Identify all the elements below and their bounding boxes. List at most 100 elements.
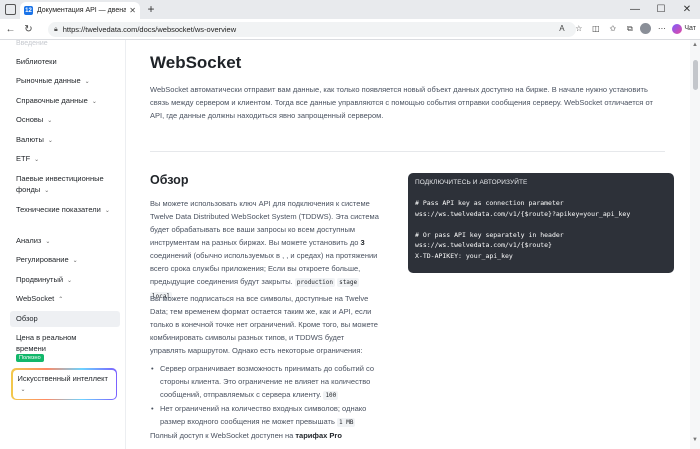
sidebar-item-regulatory[interactable]: Регулирование ⌄ (16, 254, 78, 267)
toolbar-icons: A ☆ ◫ ✩ ⧉ ⋯ Чат (555, 22, 696, 35)
scrollbar-thumb[interactable] (693, 60, 698, 90)
favorite-star-icon[interactable]: ☆ (572, 22, 585, 35)
sidebar-item-label: Анализ (16, 236, 42, 245)
docs-sidebar: Введение Библиотеки Рыночные данные ⌄ Спр… (0, 40, 126, 449)
chevron-down-icon: ⌄ (34, 157, 40, 163)
maximize-icon[interactable]: ☐ (648, 0, 674, 19)
section-divider (150, 151, 665, 152)
env-code-stage: stage (337, 278, 360, 287)
scroll-down-icon[interactable]: ▼ (692, 437, 698, 443)
new-tab-icon[interactable]: + (144, 2, 158, 16)
sidebar-item-label: WebSocket (16, 294, 55, 303)
useful-badge: Полезно (16, 354, 44, 362)
sidebar-item-label: Основы (16, 115, 44, 124)
split-screen-icon[interactable]: ◫ (589, 22, 602, 35)
chevron-down-icon: ⌄ (47, 118, 53, 124)
favorites-icon[interactable]: ✩ (606, 22, 619, 35)
intro-paragraph: WebSocket автоматически отправит вам дан… (150, 85, 653, 120)
overview-paragraph-2: Вы можете подписаться на все символы, до… (150, 294, 378, 355)
main-content: WebSocket WebSocket автоматически отправ… (127, 40, 687, 449)
sidebar-item-technical-indicators[interactable]: Технические показатели ⌄ (16, 204, 116, 217)
lock-icon: 🔒︎ (54, 25, 58, 33)
sidebar-item-label: Паевые инвестиционные фонды (16, 174, 104, 194)
close-tab-icon[interactable]: ✕ (129, 6, 136, 15)
pro-plan-note: Полный доступ к WebSocket доступен на та… (150, 431, 342, 440)
sidebar-item-ai[interactable]: Искусственный интеллект ⌄ (11, 368, 117, 400)
window-controls: — ☐ ✕ (622, 0, 700, 19)
sidebar-item-overview[interactable]: Обзор (16, 313, 38, 324)
more-menu-icon[interactable]: ⋯ (655, 22, 668, 35)
tab-title: Документация API — двенадцать (36, 7, 127, 14)
code-sample-box: ПОДКЛЮЧИТЕСЬ И АВТОРИЗУЙТЕ # Pass API ke… (408, 173, 674, 273)
bullet-1-text: Сервер ограничивает возможность принимат… (160, 364, 375, 399)
chevron-down-icon: ⌄ (104, 208, 110, 214)
bullet-2-text: Нет ограничений на количество входных си… (160, 404, 367, 426)
list-item: Сервер ограничивает возможность принимат… (150, 362, 390, 402)
sidebar-item-label: Рыночные данные (16, 76, 81, 85)
sidebar-item-label: ETF (16, 154, 31, 163)
env-code-production: production (294, 278, 335, 287)
sidebar-item-reference-data[interactable]: Справочные данные ⌄ (16, 95, 97, 108)
copilot-icon (672, 23, 683, 34)
sidebar-item-real-time-price[interactable]: Цена в реальном времени (16, 332, 106, 354)
sidebar-item-libraries[interactable]: Библиотеки (16, 56, 57, 67)
sidebar-item-analysis[interactable]: Анализ ⌄ (16, 235, 50, 248)
chevron-down-icon: ⌄ (84, 79, 90, 85)
sidebar-item-fundamentals[interactable]: Основы ⌄ (16, 114, 52, 127)
sidebar-item-label: Цена в реальном времени (16, 333, 77, 353)
chevron-down-icon: ⌄ (44, 188, 50, 194)
pro-note-text: Полный доступ к WebSocket доступен на (150, 431, 296, 440)
browser-tab[interactable]: 12 Документация API — двенадцать ✕ (20, 2, 140, 19)
code-sample-body[interactable]: # Pass API key as connection parameter ws… (415, 198, 630, 261)
bullet-1-code: 100 (323, 391, 339, 400)
scroll-up-icon[interactable]: ▲ (692, 42, 698, 48)
para1-text-a: Вы можете использовать ключ API для подк… (150, 199, 379, 247)
ai-card-label: Искусственный интеллект (17, 373, 108, 383)
chevron-down-icon: ⌄ (20, 386, 26, 393)
close-window-icon[interactable]: ✕ (674, 0, 700, 19)
page-title: WebSocket (150, 53, 242, 72)
chevron-down-icon: ⌄ (47, 138, 53, 144)
code-line: wss://ws.twelvedata.com/v1/{$route}?apik… (415, 209, 631, 218)
copilot-chat-button[interactable]: Чат (672, 23, 696, 34)
tab-actions-icon[interactable] (5, 4, 16, 15)
para1-connections-count: 3 (360, 238, 365, 247)
overview-heading: Обзор (150, 173, 189, 187)
chevron-down-icon: ⌄ (72, 258, 78, 264)
minimize-icon[interactable]: — (622, 0, 648, 19)
code-sample-header: ПОДКЛЮЧИТЕСЬ И АВТОРИЗУЙТЕ (415, 179, 528, 186)
chevron-up-icon: ⌃ (58, 297, 64, 303)
sidebar-item-advanced[interactable]: Продвинутый ⌄ (16, 274, 72, 287)
twelvedata-favicon-icon: 12 (24, 6, 33, 15)
sidebar-item-label: Технические показатели (16, 205, 101, 214)
chevron-down-icon: ⌄ (67, 278, 73, 284)
profile-avatar[interactable] (640, 23, 652, 34)
reload-icon[interactable]: ↻ (21, 22, 36, 37)
url-field[interactable]: 🔒︎ https://twelvedata.com/docs/websocket… (48, 22, 576, 37)
chevron-down-icon: ⌄ (91, 99, 97, 105)
back-icon[interactable]: ← (3, 22, 18, 37)
sidebar-item-currencies[interactable]: Валюты ⌄ (16, 134, 53, 147)
chevron-down-icon: ⌄ (45, 239, 51, 245)
read-aloud-icon[interactable]: A (555, 22, 568, 35)
sidebar-item-websocket[interactable]: WebSocket ⌃ (16, 293, 63, 306)
sidebar-item-label: Валюты (16, 135, 44, 144)
browser-tabbar: 12 Документация API — двенадцать ✕ + — ☐… (0, 0, 700, 19)
sidebar-item-market-data[interactable]: Рыночные данные ⌄ (16, 75, 90, 88)
chat-label: Чат (684, 25, 696, 32)
collections-icon[interactable]: ⧉ (623, 22, 636, 35)
overview-paragraph-1: Вы можете использовать ключ API для подк… (150, 197, 382, 303)
code-line: # Pass API key as connection parameter (415, 199, 564, 207)
bullet-2-code: 1 MB (337, 418, 356, 427)
sidebar-item-etf[interactable]: ETF ⌄ (16, 153, 39, 166)
page-scrollbar[interactable] (690, 40, 700, 449)
sidebar-item-faded[interactable]: Введение (16, 40, 48, 47)
limits-list: Сервер ограничивает возможность принимат… (150, 362, 390, 429)
sidebar-item-label: Справочные данные (16, 96, 88, 105)
list-item: Нет ограничений на количество входных си… (150, 402, 390, 429)
pro-plan-link[interactable]: тарифах Pro (295, 431, 342, 440)
code-line: # Or pass API key separately in header (415, 230, 564, 239)
url-text: https://twelvedata.com/docs/websocket/ws… (62, 25, 237, 34)
sidebar-item-mutual-funds[interactable]: Паевые инвестиционные фонды ⌄ (16, 173, 116, 197)
